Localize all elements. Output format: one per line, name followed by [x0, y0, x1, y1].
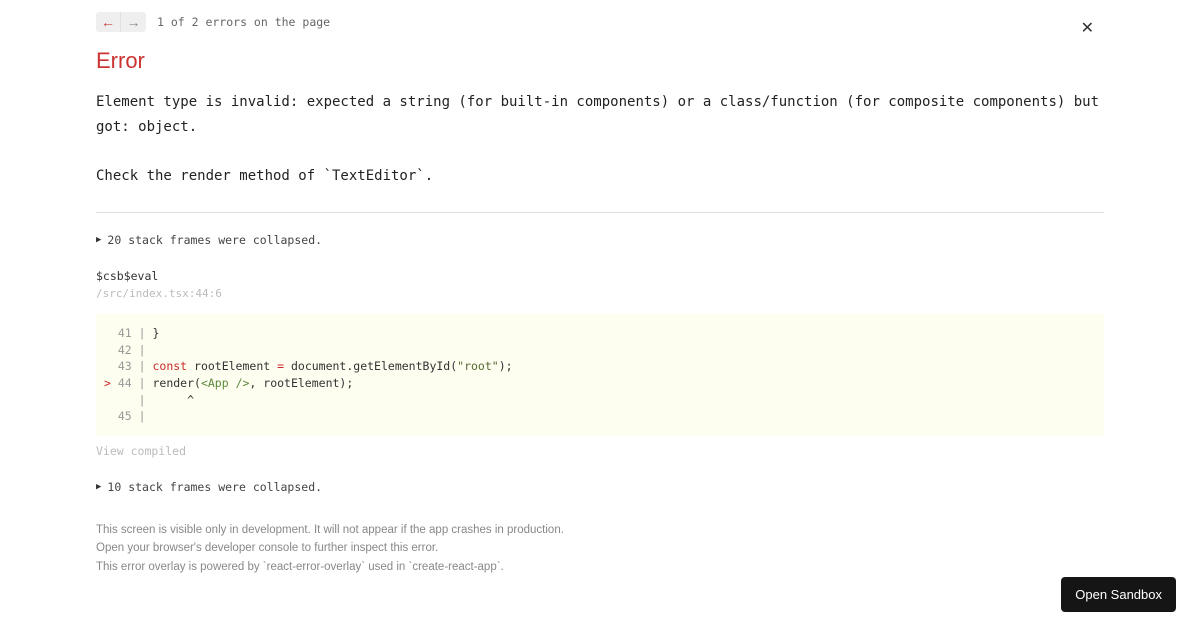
collapsed-frames-label: 10 stack frames were collapsed. — [107, 480, 322, 494]
triangle-icon: ▶ — [96, 235, 101, 245]
code-snippet: 41 | } 42 | 43 | const rootElement = doc… — [96, 314, 1104, 436]
nav-button-group: ← → — [96, 12, 146, 32]
view-compiled-link[interactable]: View compiled — [96, 444, 1104, 458]
open-sandbox-button[interactable]: Open Sandbox — [1061, 577, 1176, 612]
close-button[interactable]: ✕ — [1081, 18, 1094, 38]
triangle-icon: ▶ — [96, 482, 101, 492]
collapsed-frames-toggle-1[interactable]: ▶ 20 stack frames were collapsed. — [96, 233, 1104, 247]
error-nav: ← → 1 of 2 errors on the page — [96, 12, 1104, 32]
collapsed-frames-toggle-2[interactable]: ▶ 10 stack frames were collapsed. — [96, 480, 1104, 494]
prev-error-button[interactable]: ← — [96, 12, 121, 32]
footer-note-1: This screen is visible only in developme… — [96, 522, 1104, 539]
footer-notes: This screen is visible only in developme… — [96, 522, 1104, 576]
footer-note-2: Open your browser's developer console to… — [96, 540, 1104, 557]
frame-location: /src/index.tsx:44:6 — [96, 287, 1104, 300]
collapsed-frames-label: 20 stack frames were collapsed. — [107, 233, 322, 247]
error-title: Error — [96, 48, 1104, 74]
error-counter: 1 of 2 errors on the page — [157, 15, 330, 29]
divider — [96, 212, 1104, 213]
frame-method: $csb$eval — [96, 269, 1104, 283]
footer-note-3: This error overlay is powered by `react-… — [96, 559, 1104, 576]
error-message: Element type is invalid: expected a stri… — [96, 90, 1104, 188]
next-error-button[interactable]: → — [121, 12, 146, 32]
